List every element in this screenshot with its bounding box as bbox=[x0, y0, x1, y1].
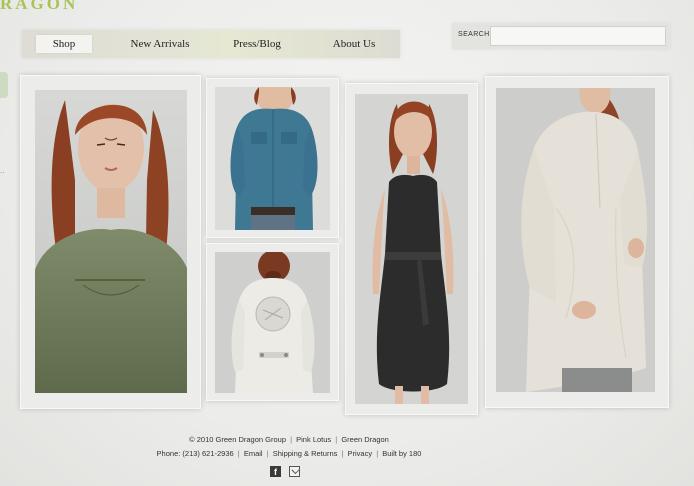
model-black-dress-photo bbox=[355, 94, 468, 404]
search-input[interactable] bbox=[490, 26, 666, 46]
product-card-black-dress[interactable] bbox=[345, 83, 478, 415]
search-label: SEARCH bbox=[458, 31, 490, 38]
footer-separator: | bbox=[266, 449, 269, 458]
brand-logo[interactable]: RAGON bbox=[0, 0, 78, 14]
model-ivory-tunic-photo bbox=[496, 88, 655, 392]
product-card-ivory-tunic[interactable] bbox=[485, 76, 669, 408]
pink-lotus-link[interactable]: Pink Lotus bbox=[296, 435, 331, 444]
product-card-white-jacket[interactable] bbox=[206, 243, 339, 401]
email-link[interactable]: Email bbox=[244, 449, 263, 458]
green-dragon-link[interactable]: Green Dragon bbox=[341, 435, 389, 444]
side-tab-marker bbox=[0, 72, 8, 98]
footer-separator: | bbox=[376, 449, 379, 458]
nav-press-blog[interactable]: Press/Blog bbox=[224, 35, 290, 53]
built-by-link[interactable]: Built by 180 bbox=[382, 449, 421, 458]
footer-line-2: Phone: (213) 621-2936 | Email | Shipping… bbox=[0, 449, 578, 458]
nav-shop[interactable]: Shop bbox=[36, 35, 92, 53]
product-card-green-top[interactable] bbox=[20, 75, 201, 409]
nav-about-us[interactable]: About Us bbox=[327, 35, 381, 53]
facebook-icon[interactable]: f bbox=[270, 466, 281, 477]
footer-separator: | bbox=[290, 435, 293, 444]
phone-text: Phone: (213) 621-2936 bbox=[156, 449, 234, 458]
privacy-link[interactable]: Privacy bbox=[348, 449, 373, 458]
footer-separator: | bbox=[335, 435, 338, 444]
footer-separator: | bbox=[237, 449, 240, 458]
main-nav: Shop New Arrivals Press/Blog About Us bbox=[22, 30, 400, 58]
footer-line-1: © 2010 Green Dragon Group | Pink Lotus |… bbox=[0, 435, 578, 444]
shipping-returns-link[interactable]: Shipping & Returns bbox=[273, 449, 338, 458]
model-blue-shirt-photo bbox=[215, 87, 330, 230]
envelope-icon[interactable] bbox=[289, 466, 300, 477]
nav-new-arrivals[interactable]: New Arrivals bbox=[120, 35, 200, 53]
copyright-text: © 2010 Green Dragon Group bbox=[189, 435, 286, 444]
model-white-jacket-photo bbox=[215, 252, 330, 393]
search-box: SEARCH bbox=[452, 23, 670, 49]
side-ellipsis: .. bbox=[0, 166, 5, 175]
footer-separator: | bbox=[341, 449, 344, 458]
product-card-blue-shirt[interactable] bbox=[206, 78, 339, 238]
model-green-top-photo bbox=[35, 90, 187, 393]
